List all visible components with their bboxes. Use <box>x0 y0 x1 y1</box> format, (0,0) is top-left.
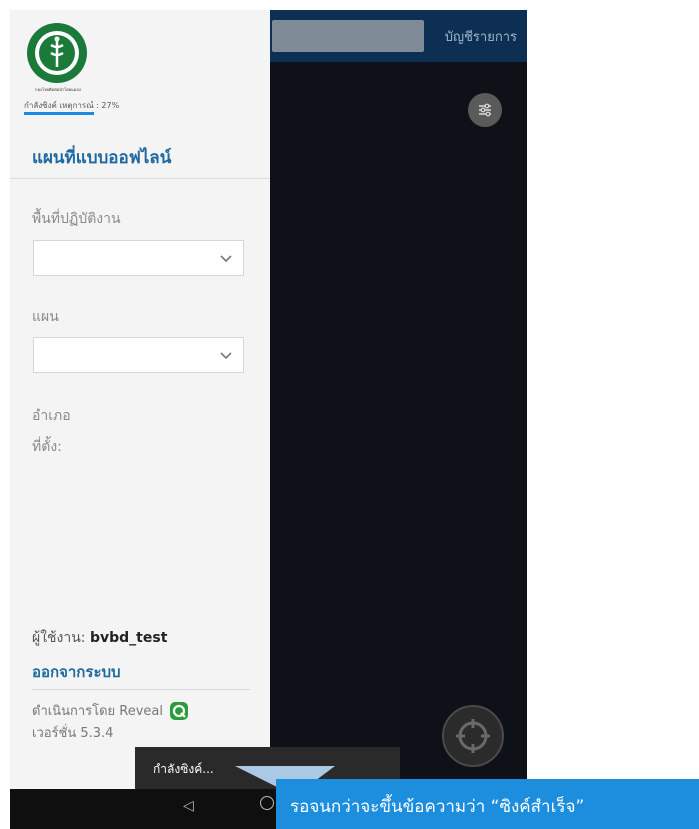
divider <box>10 178 270 179</box>
chevron-down-icon <box>220 255 232 263</box>
reveal-logo-icon <box>170 701 189 720</box>
offline-maps-link[interactable]: แผนที่แบบออฟไลน์ <box>32 144 171 171</box>
powered-by-text: ดำเนินการโดย Reveal <box>32 704 164 719</box>
moph-logo <box>27 23 87 83</box>
user-info: ผู้ใช้งาน: bvbd_test <box>32 627 167 649</box>
operational-area-label: พื้นที่ปฏิบัติงาน <box>32 211 121 227</box>
callout-text: รอจนกว่าจะขึ้นข้อความว่า “ซิงค์สำเร็จ” <box>290 797 585 817</box>
list-view-link[interactable]: บัญชีรายการ <box>445 26 517 47</box>
back-nav-icon[interactable]: ◁ <box>183 798 194 814</box>
district-label: อำเภอ <box>32 408 71 424</box>
my-location-button[interactable] <box>442 705 504 767</box>
filter-button[interactable] <box>468 93 502 127</box>
filter-icon <box>479 103 491 117</box>
plan-select[interactable] <box>33 337 244 373</box>
sync-status-text: กำลังซิงค์ เหตุการณ์ : 27% <box>24 101 120 110</box>
chevron-down-icon <box>220 352 232 360</box>
navigation-drawer: กองโรคติดต่อนำโดยแมลง กำลังซิงค์ เหตุการ… <box>10 10 270 789</box>
locate-icon <box>456 719 490 753</box>
sync-progress-bar <box>24 112 94 115</box>
instruction-callout: รอจนกว่าจะขึ้นข้อความว่า “ซิงค์สำเร็จ” <box>276 779 699 829</box>
logo-caption: กองโรคติดต่อนำโดยแมลง <box>35 87 81 92</box>
version-text: เวอร์ชั่น 5.3.4 <box>32 726 114 741</box>
toast-message: กำลังซิงค์... <box>153 762 214 776</box>
plan-label: แผน <box>32 309 59 325</box>
user-label: ผู้ใช้งาน: <box>32 630 86 646</box>
username: bvbd_test <box>89 630 168 646</box>
sync-progress-track <box>24 112 94 115</box>
logout-button[interactable]: ออกจากระบบ <box>32 660 121 684</box>
search-input[interactable] <box>272 20 424 52</box>
home-nav-icon[interactable] <box>260 796 274 810</box>
powered-by: ดำเนินการโดย Reveal <box>32 700 189 721</box>
app-screen: บัญชีรายการ กองโรคติดต่อนำโดยแมลง กำลังซ… <box>10 10 527 789</box>
location-label: ที่ตั้ง: <box>32 439 62 455</box>
divider <box>32 689 250 690</box>
operational-area-select[interactable] <box>33 240 244 276</box>
